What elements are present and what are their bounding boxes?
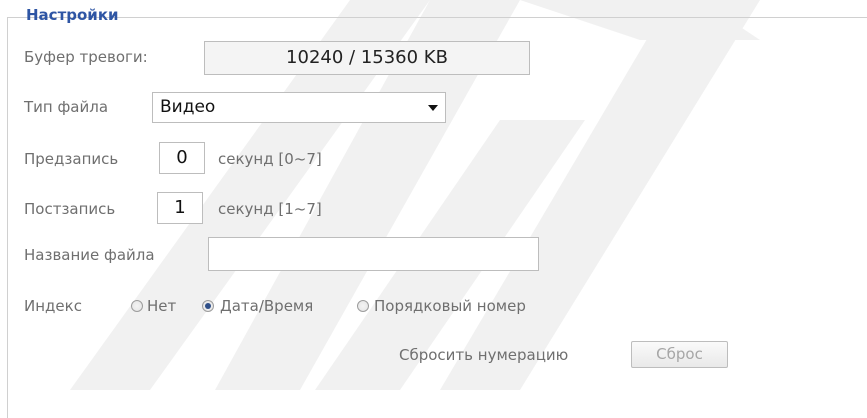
file-type-select[interactable]: Видео bbox=[152, 92, 446, 123]
settings-legend: Настройки bbox=[26, 6, 119, 24]
prerecord-label: Предзапись bbox=[24, 150, 119, 168]
file-type-selected: Видео bbox=[160, 97, 216, 117]
reset-numbering-label: Сбросить нумерацию bbox=[399, 346, 569, 364]
index-sequence-radio[interactable] bbox=[357, 300, 369, 312]
reset-button[interactable]: Сброс bbox=[631, 341, 728, 368]
index-label: Индекс bbox=[24, 297, 82, 315]
chevron-down-icon bbox=[428, 105, 438, 111]
alarm-buffer-label: Буфер тревоги: bbox=[24, 48, 148, 66]
index-sequence-label[interactable]: Порядковый номер bbox=[374, 297, 526, 315]
file-name-input[interactable] bbox=[208, 237, 539, 271]
postrecord-label: Постзапись bbox=[24, 200, 116, 218]
file-name-label: Название файла bbox=[24, 246, 155, 264]
index-datetime-label[interactable]: Дата/Время bbox=[220, 297, 313, 315]
prerecord-input[interactable]: 0 bbox=[159, 142, 205, 174]
file-type-label: Тип файла bbox=[24, 98, 109, 116]
alarm-buffer-value: 10240 / 15360 KB bbox=[204, 41, 530, 75]
index-datetime-radio[interactable] bbox=[202, 300, 214, 312]
index-none-radio[interactable] bbox=[131, 300, 143, 312]
postrecord-unit: секунд [1~7] bbox=[218, 200, 322, 218]
postrecord-input[interactable]: 1 bbox=[157, 192, 203, 224]
index-none-label[interactable]: Нет bbox=[147, 297, 176, 315]
prerecord-unit: секунд [0~7] bbox=[218, 150, 322, 168]
